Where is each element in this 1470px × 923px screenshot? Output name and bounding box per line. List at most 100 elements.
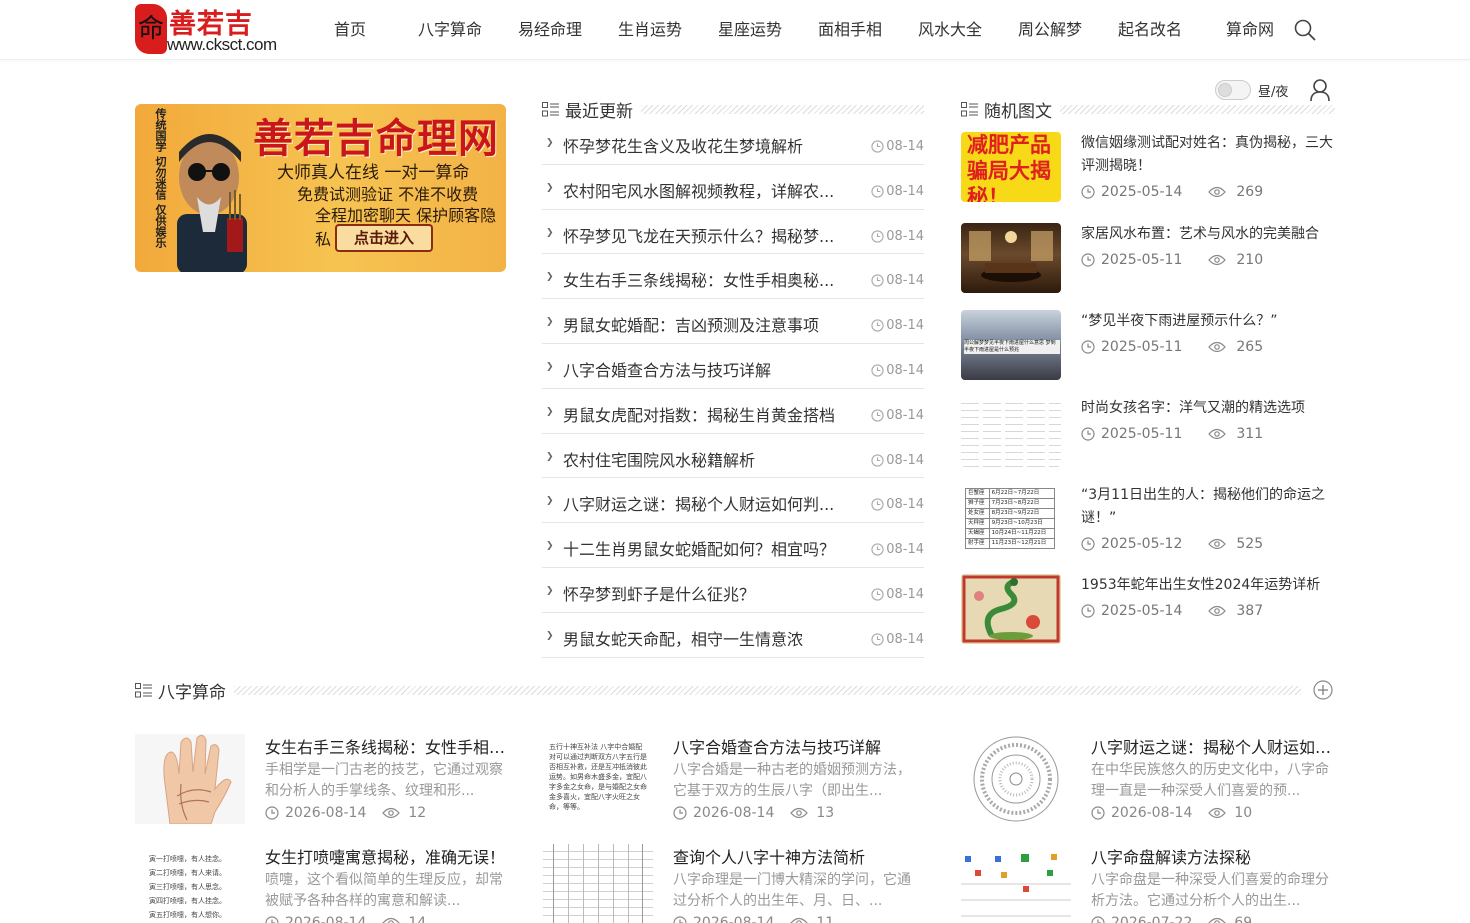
banner-side-text: 传统国学 切勿迷信 仅供娱乐 bbox=[154, 108, 167, 248]
recent-item-title[interactable]: 怀孕梦见飞龙在天预示什么？揭秘梦... bbox=[563, 223, 839, 247]
card-image[interactable]: 寅一打喷嚏，有人挂念。 寅二打喷嚏，有人来请。 寅三打喷嚏，有人思念。 寅四打喷… bbox=[135, 844, 245, 923]
random-item-meta: 2025-05-11 311 bbox=[1081, 426, 1263, 442]
list-icon bbox=[135, 682, 152, 697]
chevron-right-icon: ❯ bbox=[546, 585, 554, 596]
bazi-heading-text: 八字算命 bbox=[158, 682, 226, 703]
palm-illustration bbox=[163, 734, 232, 824]
nav-item-bazi[interactable]: 八字算命 bbox=[400, 0, 500, 60]
card-title[interactable]: 八字命盘解读方法探秘 bbox=[1091, 844, 1337, 868]
random-thumb[interactable] bbox=[961, 397, 1061, 467]
recent-item-title[interactable]: 十二生肖男鼠女蛇婚配如何？相宜吗？ bbox=[563, 536, 839, 560]
chevron-right-icon: ❯ bbox=[546, 451, 554, 462]
recent-item-title[interactable]: 八字财运之谜：揭秘个人财运如何判... bbox=[563, 491, 839, 515]
recent-item-title[interactable]: 女生右手三条线揭秘：女性手相奥秘... bbox=[563, 267, 839, 291]
nav-item-fengshui[interactable]: 风水大全 bbox=[900, 0, 1000, 60]
card-image[interactable]: 五行十神互补法 八字中合婚配对可以通过判断双方八字五行是否相互补救，还是互冲抵消… bbox=[543, 734, 653, 824]
search-icon[interactable] bbox=[1294, 19, 1316, 41]
nav-item-shengxiao[interactable]: 生肖运势 bbox=[600, 0, 700, 60]
recent-item-title[interactable]: 男鼠女蛇婚配：吉凶预测及注意事项 bbox=[563, 312, 839, 336]
card-title[interactable]: 八字合婚查合方法与技巧详解 bbox=[673, 734, 919, 758]
random-item-title[interactable]: 家居风水布置：艺术与风水的完美融合 bbox=[1081, 223, 1333, 246]
card-title[interactable]: 八字财运之谜：揭秘个人财运如何判断 bbox=[1091, 734, 1337, 758]
recent-item-title[interactable]: 怀孕梦到虾子是什么征兆？ bbox=[563, 581, 839, 605]
site-logo[interactable]: 命 善若吉 www.cksct.com bbox=[135, 2, 277, 54]
nav-item-mianxiang[interactable]: 面相手相 bbox=[800, 0, 900, 60]
plus-circle-icon[interactable] bbox=[1313, 680, 1333, 700]
recent-list-item[interactable]: ❯ 怀孕梦见飞龙在天预示什么？揭秘梦... 08-14 bbox=[542, 210, 924, 255]
random-item-title[interactable]: 时尚女孩名字：洋气又潮的精选选项 bbox=[1081, 397, 1333, 420]
recent-list-item[interactable]: ❯ 男鼠女蛇天命配，相守一生情意浓 08-14 bbox=[542, 613, 924, 658]
random-item-title[interactable]: “梦见半夜下雨进屋预示什么？” bbox=[1081, 310, 1333, 333]
recent-list-item[interactable]: ❯ 女生右手三条线揭秘：女性手相奥秘... 08-14 bbox=[542, 254, 924, 300]
clock-icon bbox=[871, 498, 884, 512]
random-thumb[interactable]: 巨蟹座 6月22日~7月22日 狮子座 7月23日~8月22日 处女座 8月23日~9月2… bbox=[961, 484, 1061, 554]
chevron-right-icon: ❯ bbox=[546, 361, 554, 372]
recent-list-item[interactable]: ❯ 八字财运之谜：揭秘个人财运如何判... 08-14 bbox=[542, 478, 924, 524]
card-image[interactable] bbox=[135, 734, 245, 824]
nav-item-qiming[interactable]: 起名改名 bbox=[1100, 0, 1200, 60]
card-image[interactable] bbox=[961, 734, 1071, 824]
recent-item-title[interactable]: 男鼠女蛇天命配，相守一生情意浓 bbox=[563, 626, 839, 650]
recent-list-item[interactable]: ❯ 男鼠女虎配对指数：揭秘生肖黄金搭档 08-14 bbox=[542, 389, 924, 434]
recent-item-title[interactable]: 农村阳宅风水图解视频教程，详解农... bbox=[563, 178, 839, 202]
recent-list-item[interactable]: ❯ 八字合婚查合方法与技巧详解 08-14 bbox=[542, 344, 924, 389]
random-item-title[interactable]: “3月11日出生的人：揭秘他们的命运之谜！” bbox=[1081, 484, 1333, 530]
list-icon bbox=[542, 101, 559, 116]
eye-icon bbox=[1208, 605, 1227, 617]
card-desc: 在中华民族悠久的历史文化中，八字命理一直是一种深受人们喜爱的预... bbox=[1091, 762, 1329, 799]
recent-item-title[interactable]: 农村住宅围院风水秘籍解析 bbox=[563, 447, 839, 471]
random-item-date: 2025-05-14 bbox=[1101, 184, 1183, 200]
recent-list-item[interactable]: ❯ 十二生肖男鼠女蛇婚配如何？相宜吗？ 08-14 bbox=[542, 523, 924, 568]
article-card[interactable]: 八字财运之谜：揭秘个人财运如何判断 在中华民族悠久的历史文化中，八字命理一直是一… bbox=[961, 734, 1341, 834]
banner-enter-button[interactable]: 点击进入 bbox=[335, 224, 433, 252]
nav-item-suanming[interactable]: 算命网 bbox=[1200, 0, 1300, 60]
nav-item-xingzuo[interactable]: 星座运势 bbox=[700, 0, 800, 60]
zodiac-dates: 6月22日~7月22日 bbox=[988, 488, 1056, 499]
recent-list-item[interactable]: ❯ 怀孕梦花生含义及收花生梦境解析 08-14 bbox=[542, 120, 924, 165]
random-item-meta: 2025-05-14 269 bbox=[1081, 184, 1263, 200]
article-card[interactable]: 寅一打喷嚏，有人挂念。 寅二打喷嚏，有人来请。 寅三打喷嚏，有人思念。 寅四打喷… bbox=[135, 844, 515, 923]
promo-banner[interactable]: 传统国学 切勿迷信 仅供娱乐 善若吉命理网 大师真人在线 一对一算命 免费试测验… bbox=[135, 104, 506, 272]
nav-item-jiemeng[interactable]: 周公解梦 bbox=[1000, 0, 1100, 60]
chevron-right-icon: ❯ bbox=[546, 317, 554, 328]
recent-list-item[interactable]: ❯ 男鼠女蛇婚配：吉凶预测及注意事项 08-14 bbox=[542, 299, 924, 344]
recent-item-date: 08-14 bbox=[886, 586, 924, 602]
card-title[interactable]: 查询个人八字十神方法简析 bbox=[673, 844, 919, 868]
card-title[interactable]: 女生右手三条线揭秘：女性手相奥秘... bbox=[265, 734, 511, 758]
random-heading: 随机图文 bbox=[961, 99, 1335, 122]
recent-list-item[interactable]: ❯ 农村阳宅风水图解视频教程，详解农... 08-14 bbox=[542, 165, 924, 210]
article-card[interactable]: 查询个人八字十神方法简析 八字命理是一门博大精深的学问，它通过分析个人的出生年、… bbox=[543, 844, 923, 923]
recent-item-date-wrap: 08-14 bbox=[871, 453, 924, 468]
bagua-compass-illustration bbox=[973, 736, 1059, 822]
random-item-title[interactable]: 1953年蛇年出生女性2024年运势详析 bbox=[1081, 574, 1333, 597]
random-thumb[interactable] bbox=[961, 574, 1061, 644]
clock-icon bbox=[871, 140, 884, 153]
recent-list-item[interactable]: ❯ 怀孕梦到虾子是什么征兆？ 08-14 bbox=[542, 568, 924, 613]
recent-item-title[interactable]: 男鼠女虎配对指数：揭秘生肖黄金搭档 bbox=[563, 402, 839, 426]
card-image-grid bbox=[553, 844, 643, 923]
recent-item-date-wrap: 08-14 bbox=[871, 363, 924, 378]
card-title[interactable]: 女生打喷嚏寓意揭秘，准确无误！ bbox=[265, 844, 511, 868]
card-image[interactable] bbox=[961, 844, 1071, 923]
zodiac-dates: 8月23日~9月22日 bbox=[988, 508, 1056, 519]
recent-item-title[interactable]: 八字合婚查合方法与技巧详解 bbox=[563, 357, 839, 381]
recent-item-date: 08-14 bbox=[886, 452, 924, 468]
recent-item-title[interactable]: 怀孕梦花生含义及收花生梦境解析 bbox=[563, 133, 839, 157]
card-meta: 2026-07-22 69 bbox=[1091, 915, 1252, 923]
random-thumb[interactable]: 减肥产品骗局大揭秘！ bbox=[961, 132, 1061, 202]
card-image[interactable] bbox=[543, 844, 653, 923]
random-item-title[interactable]: 微信姻缘测试配对姓名：真伪揭秘，三大评测揭晓！ bbox=[1081, 132, 1333, 178]
random-thumb[interactable]: 周公解梦梦见半夜下雨进屋什么意思 梦到半夜下雨进屋是什么预兆 bbox=[961, 310, 1061, 380]
recent-list-item[interactable]: ❯ 农村住宅围院风水秘籍解析 08-14 bbox=[542, 434, 924, 479]
recent-item-date-wrap: 08-14 bbox=[871, 632, 924, 647]
chevron-right-icon: ❯ bbox=[546, 138, 554, 148]
random-thumb[interactable] bbox=[961, 223, 1061, 293]
nav-item-home[interactable]: 首页 bbox=[300, 0, 400, 60]
article-card[interactable]: 八字命盘解读方法探秘 八字命盘是一种深受人们喜爱的命理分析方法。它通过分析个人的… bbox=[961, 844, 1341, 923]
zodiac-dates: 7月23日~8月22日 bbox=[988, 498, 1056, 509]
day-night-toggle[interactable] bbox=[1215, 80, 1251, 100]
article-card[interactable]: 女生右手三条线揭秘：女性手相奥秘... 手相学是一门古老的技艺，它通过观察和分析… bbox=[135, 734, 515, 834]
article-card[interactable]: 五行十神互补法 八字中合婚配对可以通过判断双方八字五行是否相互补救，还是互冲抵消… bbox=[543, 734, 923, 834]
eye-icon bbox=[382, 807, 401, 819]
nav-item-yijing[interactable]: 易经命理 bbox=[500, 0, 600, 60]
